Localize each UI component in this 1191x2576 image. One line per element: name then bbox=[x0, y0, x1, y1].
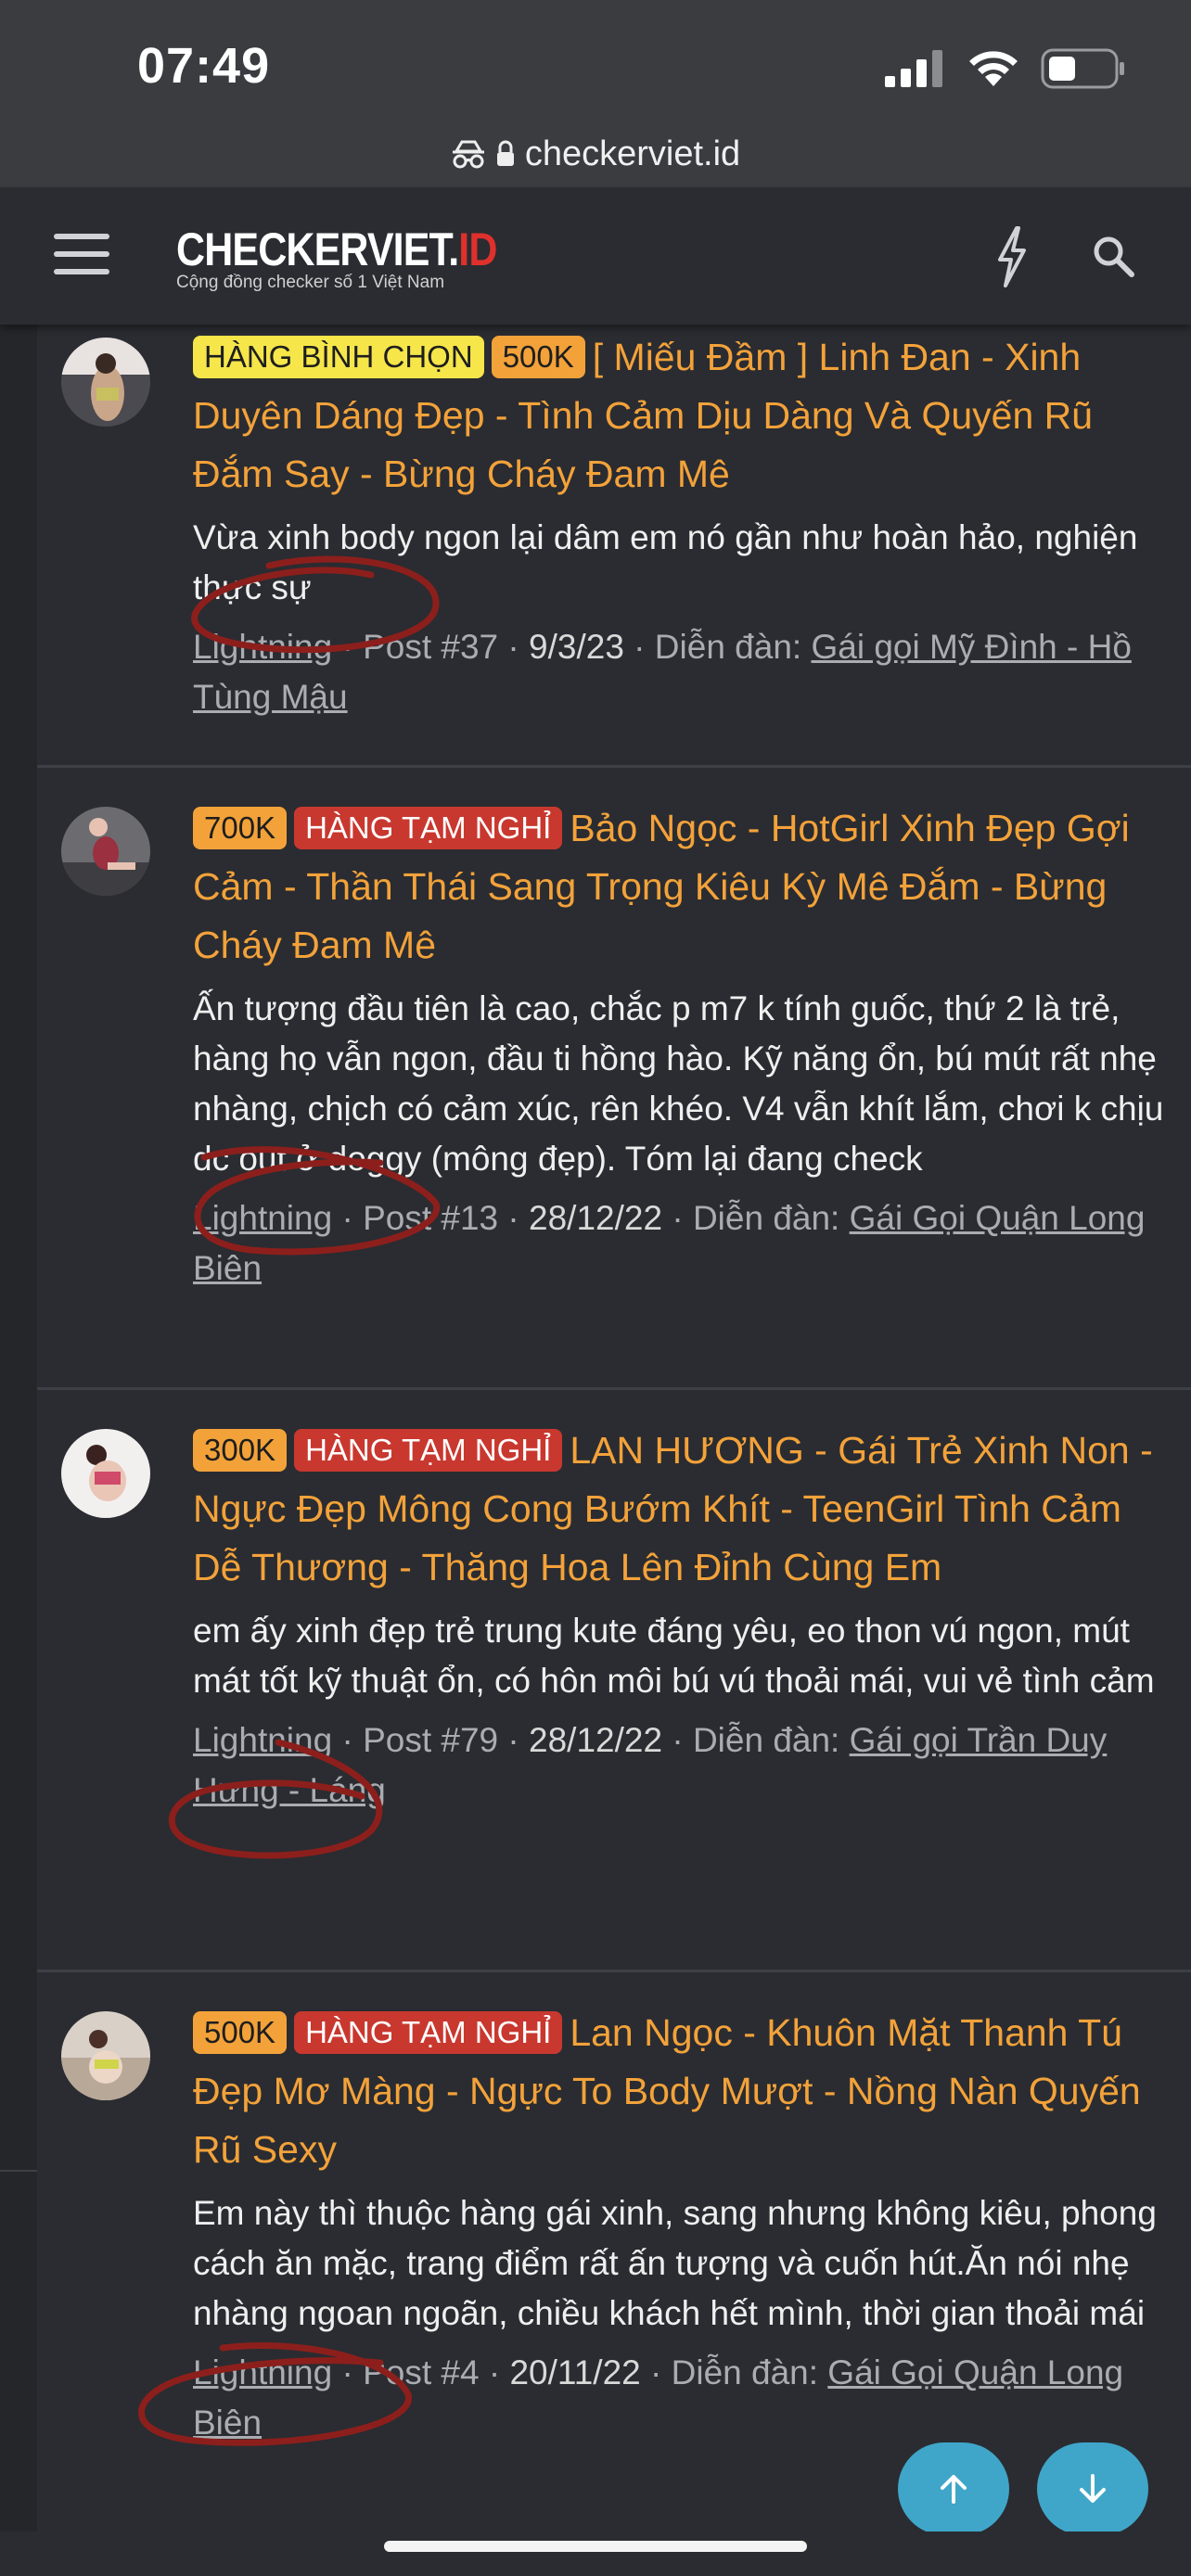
badge-voted: HÀNG BÌNH CHỌN bbox=[193, 336, 484, 378]
result-title[interactable]: 500K HÀNG TẠM NGHỈ Lan Ngọc - Khuôn Mặt Th… bbox=[193, 2004, 1172, 2179]
result-item[interactable]: 700K HÀNG TẠM NGHỈ Bảo Ngọc - HotGirl Xinh… bbox=[37, 768, 1191, 1390]
avatar[interactable] bbox=[61, 2011, 150, 2100]
arrow-up-icon bbox=[941, 2475, 967, 2504]
result-title[interactable]: 300K HÀNG TẠM NGHỈ LAN HƯƠNG - Gái Trẻ Xin… bbox=[193, 1422, 1172, 1597]
forum-label: Diễn đàn: bbox=[671, 2353, 819, 2391]
avatar-image bbox=[61, 807, 150, 896]
result-body: 500K HÀNG TẠM NGHỈ Lan Ngọc - Khuôn Mặt Th… bbox=[193, 2004, 1172, 2448]
home-indicator[interactable] bbox=[384, 2541, 807, 2552]
badge-price: 500K bbox=[193, 2011, 288, 2054]
lock-icon bbox=[496, 140, 514, 166]
post-date: 28/12/22 bbox=[529, 1199, 663, 1237]
result-title[interactable]: 700K HÀNG TẠM NGHỈ Bảo Ngọc - HotGirl Xinh… bbox=[193, 799, 1172, 975]
forum-link[interactable]: Gái Gọi Quận Long Biên bbox=[193, 2353, 1123, 2442]
lightning-bolt-icon bbox=[998, 226, 1026, 287]
forum-label: Diễn đàn: bbox=[692, 1721, 840, 1759]
status-icons bbox=[885, 48, 1126, 89]
menu-line bbox=[54, 269, 109, 274]
private-browsing-icon bbox=[452, 140, 484, 169]
forum-label: Diễn đàn: bbox=[654, 628, 802, 666]
result-title[interactable]: HÀNG BÌNH CHỌN 500K[ Miếu Đầm ] Linh Đan … bbox=[193, 328, 1172, 504]
forum-link[interactable]: Gái Gọi Quận Long Biên bbox=[193, 1199, 1145, 1287]
post-date: 20/11/22 bbox=[509, 2353, 641, 2391]
badge-price: 300K bbox=[193, 1429, 288, 1472]
logo-accent: ID bbox=[458, 223, 497, 275]
status-time: 07:49 bbox=[137, 38, 271, 94]
badge-paused: HÀNG TẠM NGHỈ bbox=[294, 2011, 563, 2054]
result-meta: Lightning · Post #37 · 9/3/23 · Diễn đàn… bbox=[193, 628, 1132, 716]
result-meta: Lightning · Post #4 · 20/11/22 · Diễn đà… bbox=[193, 2353, 1124, 2442]
avatar-image bbox=[61, 2011, 150, 2100]
status-bar: 07:49 bbox=[0, 0, 1191, 121]
author-link[interactable]: Lightning bbox=[193, 2353, 332, 2391]
logo-text: CHECKERVIET.ID bbox=[176, 223, 497, 276]
badge-paused: HÀNG TẠM NGHỈ bbox=[294, 807, 563, 849]
result-body: HÀNG BÌNH CHỌN 500K[ Miếu Đầm ] Linh Đan … bbox=[193, 328, 1172, 722]
avatar[interactable] bbox=[61, 1429, 150, 1518]
result-body: 300K HÀNG TẠM NGHỈ LAN HƯƠNG - Gái Trẻ Xin… bbox=[193, 1422, 1172, 1816]
scroll-top-button[interactable] bbox=[898, 2442, 1009, 2535]
battery-icon bbox=[1041, 48, 1124, 89]
author-link[interactable]: Lightning bbox=[193, 1199, 332, 1237]
rail-divider bbox=[0, 2170, 37, 2172]
wifi-icon bbox=[969, 51, 1018, 86]
hamburger-menu-button[interactable] bbox=[54, 234, 109, 274]
badge-price: 700K bbox=[193, 807, 288, 849]
avatar[interactable] bbox=[61, 338, 150, 427]
post-number: Post #4 bbox=[363, 2353, 480, 2391]
result-snippet: Vừa xinh body ngon lại dâm em nó gần như… bbox=[193, 518, 1138, 606]
result-snippet: em ấy xinh đẹp trẻ trung kute đáng yêu, … bbox=[193, 1612, 1155, 1700]
result-meta: Lightning · Post #13 · 28/12/22 · Diễn đ… bbox=[193, 1199, 1146, 1287]
signal-icon bbox=[885, 50, 942, 87]
bottom-safe-area bbox=[0, 2531, 1191, 2576]
search-button[interactable] bbox=[1091, 234, 1137, 280]
scroll-bottom-button[interactable] bbox=[1037, 2442, 1148, 2535]
address-bar[interactable]: checkerviet.id bbox=[0, 121, 1191, 189]
site-header: CHECKERVIET.ID Cộng đồng checker số 1 Vi… bbox=[0, 187, 1191, 325]
search-icon bbox=[1094, 236, 1134, 277]
result-snippet: Em này thì thuộc hàng gái xinh, sang như… bbox=[193, 2194, 1157, 2332]
badge-price: 500K bbox=[491, 336, 585, 378]
badge-paused: HÀNG TẠM NGHỈ bbox=[294, 1429, 563, 1472]
result-item[interactable]: 300K HÀNG TẠM NGHỈ LAN HƯƠNG - Gái Trẻ Xin… bbox=[37, 1390, 1191, 1972]
avatar-image bbox=[61, 338, 150, 427]
avatar-image bbox=[61, 1429, 150, 1518]
author-link[interactable]: Lightning bbox=[193, 628, 332, 666]
result-snippet: Ấn tượng đầu tiên là cao, chắc p m7 k tí… bbox=[193, 989, 1164, 1178]
author-link[interactable]: Lightning bbox=[193, 1721, 332, 1759]
url-text: checkerviet.id bbox=[524, 134, 741, 173]
result-item[interactable]: 500K HÀNG TẠM NGHỈ Lan Ngọc - Khuôn Mặt Th… bbox=[37, 1972, 1191, 2550]
forum-label: Diễn đàn: bbox=[692, 1199, 840, 1237]
left-rail bbox=[0, 325, 37, 2531]
post-date: 9/3/23 bbox=[529, 628, 624, 666]
post-number: Post #37 bbox=[363, 628, 499, 666]
menu-line bbox=[54, 251, 109, 257]
result-meta: Lightning · Post #79 · 28/12/22 · Diễn đ… bbox=[193, 1721, 1108, 1809]
post-number: Post #79 bbox=[363, 1721, 499, 1759]
whats-new-button[interactable] bbox=[989, 224, 1035, 289]
result-item[interactable]: HÀNG BÌNH CHỌN 500K[ Miếu Đầm ] Linh Đan … bbox=[37, 325, 1191, 768]
result-body: 700K HÀNG TẠM NGHỈ Bảo Ngọc - HotGirl Xinh… bbox=[193, 799, 1172, 1294]
search-results-feed: HÀNG BÌNH CHỌN 500K[ Miếu Đầm ] Linh Đan … bbox=[37, 325, 1191, 2550]
site-logo[interactable]: CHECKERVIET.ID Cộng đồng checker số 1 Vi… bbox=[176, 223, 549, 293]
menu-line bbox=[54, 234, 109, 239]
post-date: 28/12/22 bbox=[529, 1721, 663, 1759]
avatar[interactable] bbox=[61, 807, 150, 896]
arrow-down-icon bbox=[1080, 2474, 1106, 2503]
logo-main: CHECKERVIET. bbox=[176, 223, 459, 275]
post-number: Post #13 bbox=[363, 1199, 499, 1237]
